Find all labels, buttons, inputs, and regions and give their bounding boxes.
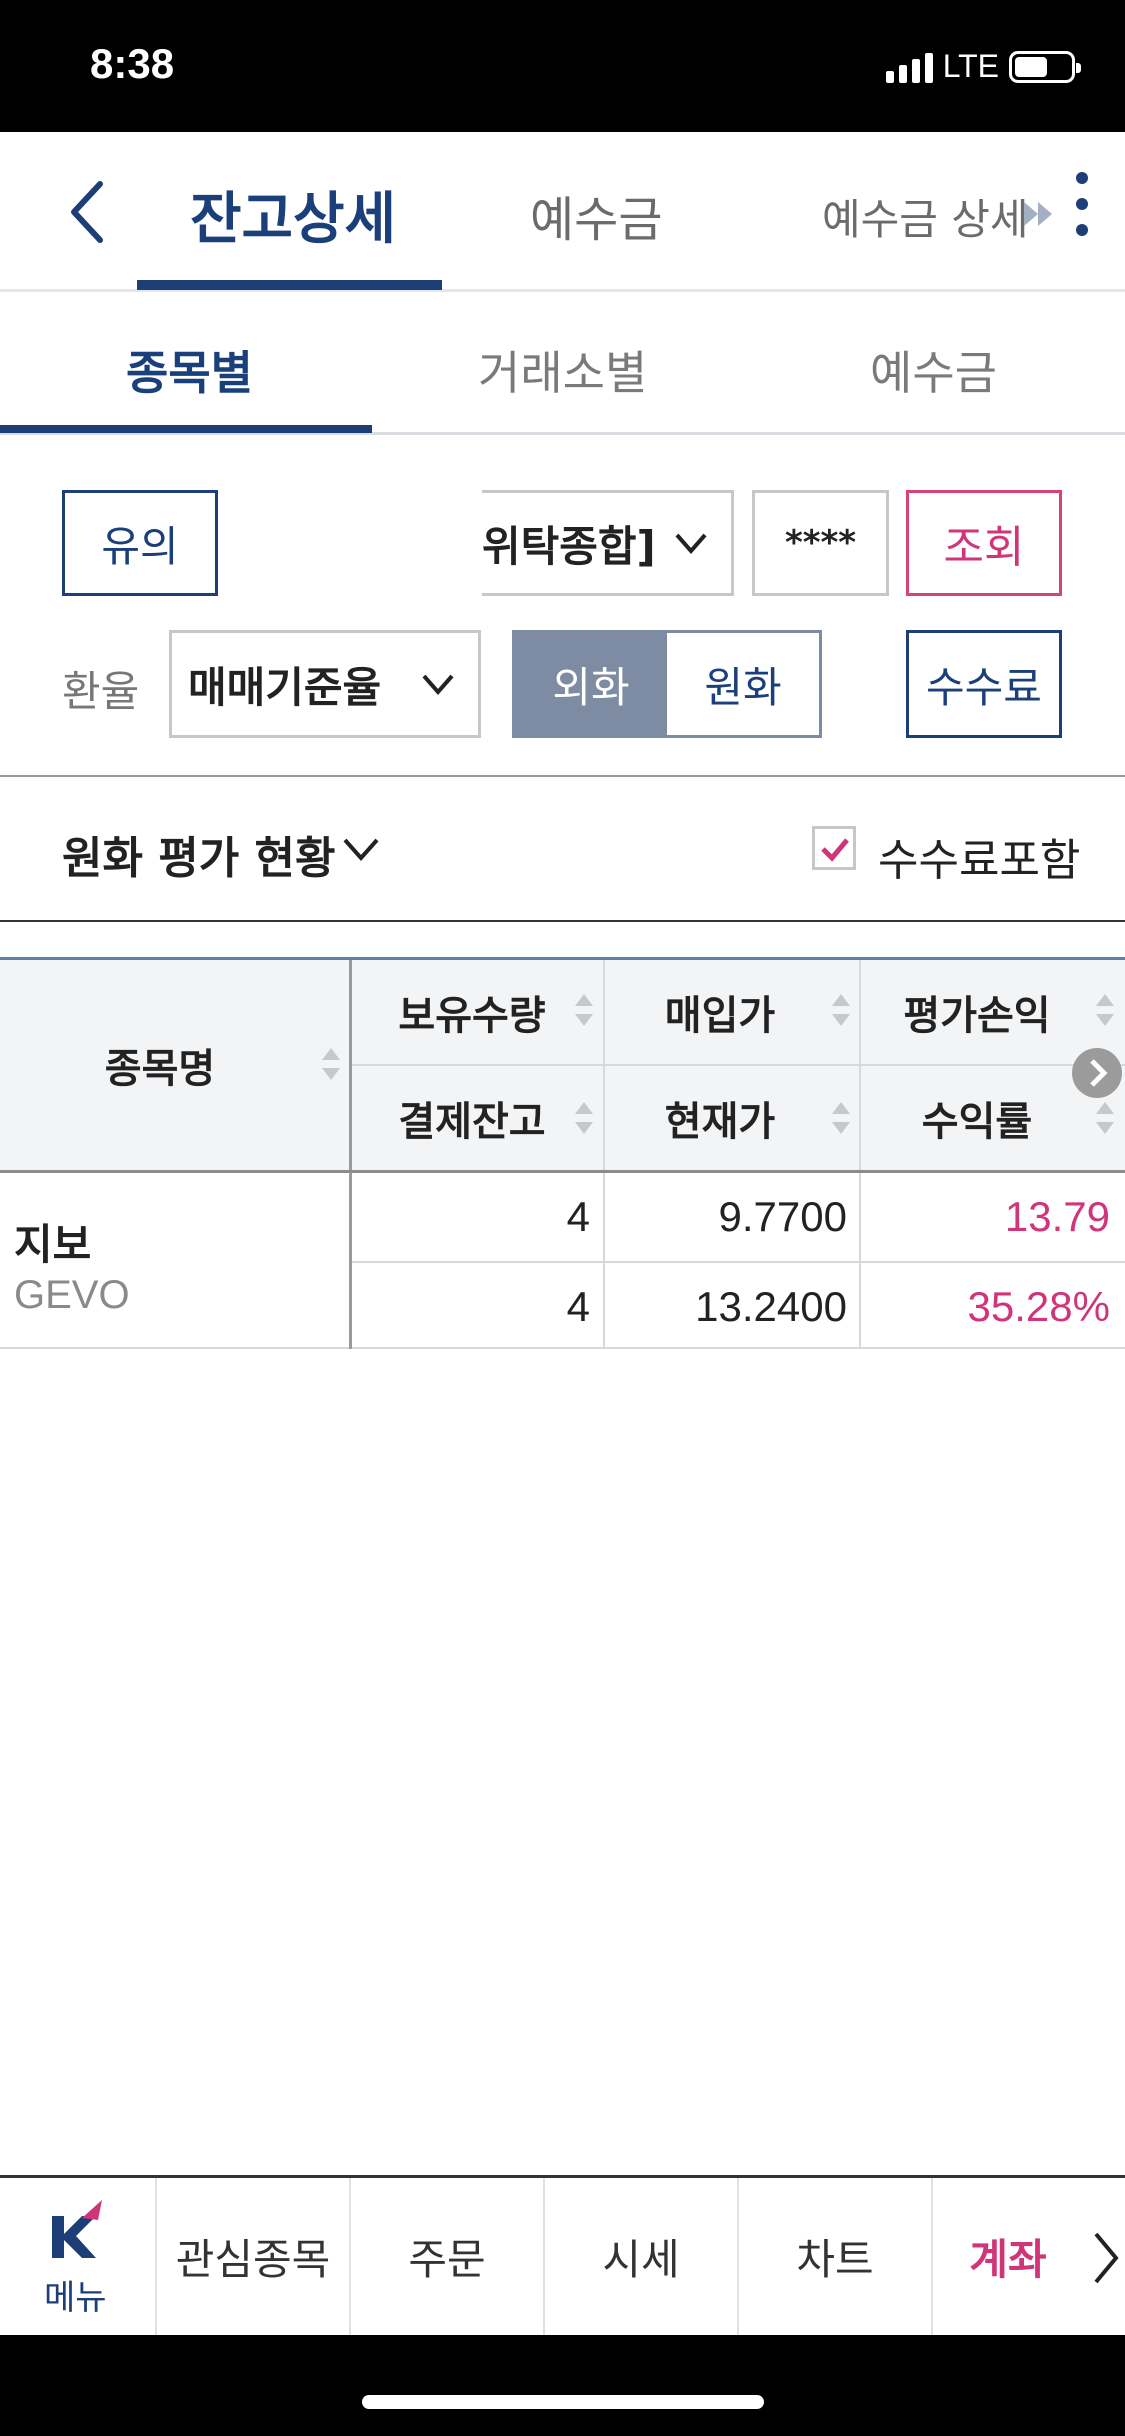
query-button[interactable]: 조회 <box>906 490 1062 596</box>
chevron-left-icon <box>71 181 103 243</box>
settle-balance: 4 <box>566 1283 590 1330</box>
back-button[interactable] <box>60 172 120 252</box>
home-bar-area <box>0 2335 1125 2436</box>
chevron-down-icon <box>675 533 707 555</box>
status-time: 8:38 <box>90 40 175 87</box>
password-field[interactable]: **** <box>752 490 889 596</box>
nav-watchlist[interactable]: 관심종목 <box>157 2178 351 2335</box>
chevron-down-icon <box>422 674 454 696</box>
sort-icon[interactable] <box>573 1100 595 1140</box>
nav-account[interactable]: 계좌 <box>933 2178 1083 2335</box>
purchase-price: 9.7700 <box>718 1193 847 1240</box>
chevron-down-icon[interactable] <box>340 828 382 870</box>
subtab-by-stock[interactable]: 종목별 <box>126 337 253 403</box>
tab-deposit[interactable]: 예수금 <box>530 180 662 250</box>
top-nav: 잔고상세 예수금 예수금 상세 <box>0 132 1125 292</box>
menu-label: 메뉴 <box>44 2278 107 2318</box>
scroll-right-button[interactable] <box>1072 1048 1122 1098</box>
col-valuation-pl[interactable]: 평가손익 <box>862 960 1092 1064</box>
nav-chart[interactable]: 차트 <box>739 2178 933 2335</box>
holding-qty: 4 <box>566 1193 590 1240</box>
valuation-pl: 13.79 <box>1004 1193 1110 1240</box>
col-return-rate[interactable]: 수익률 <box>862 1066 1092 1170</box>
notice-button[interactable]: 유의 <box>62 490 218 596</box>
account-select[interactable]: 위탁종합] <box>482 490 734 596</box>
fx-rate-value: 매매기준율 <box>188 662 382 712</box>
sort-icon[interactable] <box>1094 1100 1116 1140</box>
fee-include-label[interactable]: 수수료포함 <box>878 824 1080 888</box>
table-row[interactable]: 지보 GEVO 4 9.7700 13.79 4 13.2400 35.28% <box>0 1173 1125 1349</box>
checkmark-icon <box>821 838 849 862</box>
sort-icon[interactable] <box>320 1046 342 1086</box>
divider <box>0 920 1125 922</box>
bottom-nav: 메뉴 관심종목 주문 시세 차트 계좌 <box>0 2175 1125 2335</box>
col-stock-name[interactable]: 종목명 <box>0 960 320 1170</box>
chevron-right-icon[interactable] <box>1090 2228 1120 2288</box>
return-rate: 35.28% <box>967 1283 1110 1330</box>
fee-include-checkbox[interactable] <box>812 826 856 870</box>
column-divider <box>859 960 861 1170</box>
currency-toggle: 외화 원화 <box>512 630 822 738</box>
fx-rate-select[interactable]: 매매기준율 <box>169 630 481 738</box>
nav-order[interactable]: 주문 <box>351 2178 545 2335</box>
table-header: 종목명 보유수량 매입가 평가손익 결제잔고 현재가 수익률 <box>0 957 1125 1173</box>
home-indicator[interactable] <box>362 2395 764 2409</box>
sort-icon[interactable] <box>573 992 595 1032</box>
signal-icon <box>885 51 933 83</box>
tab-balance-detail[interactable]: 잔고상세 <box>190 174 396 255</box>
status-bar: 8:38 LTE <box>0 0 1125 132</box>
account-select-value: 위탁종합] <box>482 521 656 571</box>
menu-button[interactable]: 메뉴 <box>0 2178 157 2335</box>
col-purchase-price[interactable]: 매입가 <box>605 960 835 1064</box>
fee-button[interactable]: 수수료 <box>906 630 1062 738</box>
column-divider <box>603 960 605 1170</box>
subtab-deposit[interactable]: 예수금 <box>870 337 997 403</box>
sub-tabs: 종목별 거래소별 예수금 <box>0 295 1125 435</box>
status-indicators: LTE <box>885 48 1081 85</box>
col-holding-qty[interactable]: 보유수량 <box>352 960 592 1064</box>
col-current-price[interactable]: 현재가 <box>605 1066 835 1170</box>
krw-valuation-toggle[interactable]: 원화 평가 현황 <box>62 822 336 886</box>
tab-deposit-detail[interactable]: 예수금 상세 <box>822 186 1029 247</box>
more-menu-icon[interactable] <box>1072 172 1092 252</box>
stock-name: 지보 <box>14 1220 92 1269</box>
network-label: LTE <box>942 48 999 84</box>
toggle-foreign[interactable]: 외화 <box>515 633 667 735</box>
sort-icon[interactable] <box>830 1100 852 1140</box>
row-divider <box>352 1261 1125 1263</box>
nav-quote[interactable]: 시세 <box>545 2178 739 2335</box>
fx-label: 환율 <box>62 667 140 716</box>
toggle-krw[interactable]: 원화 <box>667 633 819 735</box>
subtab-by-exchange[interactable]: 거래소별 <box>478 337 647 403</box>
app-logo-icon <box>52 2200 102 2258</box>
sort-icon[interactable] <box>1094 992 1116 1032</box>
active-tab-indicator <box>137 280 442 290</box>
sort-icon[interactable] <box>830 992 852 1032</box>
stock-code: GEVO <box>14 1273 130 1317</box>
battery-icon <box>1009 50 1081 83</box>
active-subtab-indicator <box>0 425 372 433</box>
chevron-right-icon <box>1090 1059 1108 1087</box>
divider <box>0 775 1125 777</box>
col-settle-balance[interactable]: 결제잔고 <box>352 1066 592 1170</box>
double-chevron-right-icon[interactable] <box>1020 194 1060 234</box>
current-price: 13.2400 <box>695 1283 847 1330</box>
